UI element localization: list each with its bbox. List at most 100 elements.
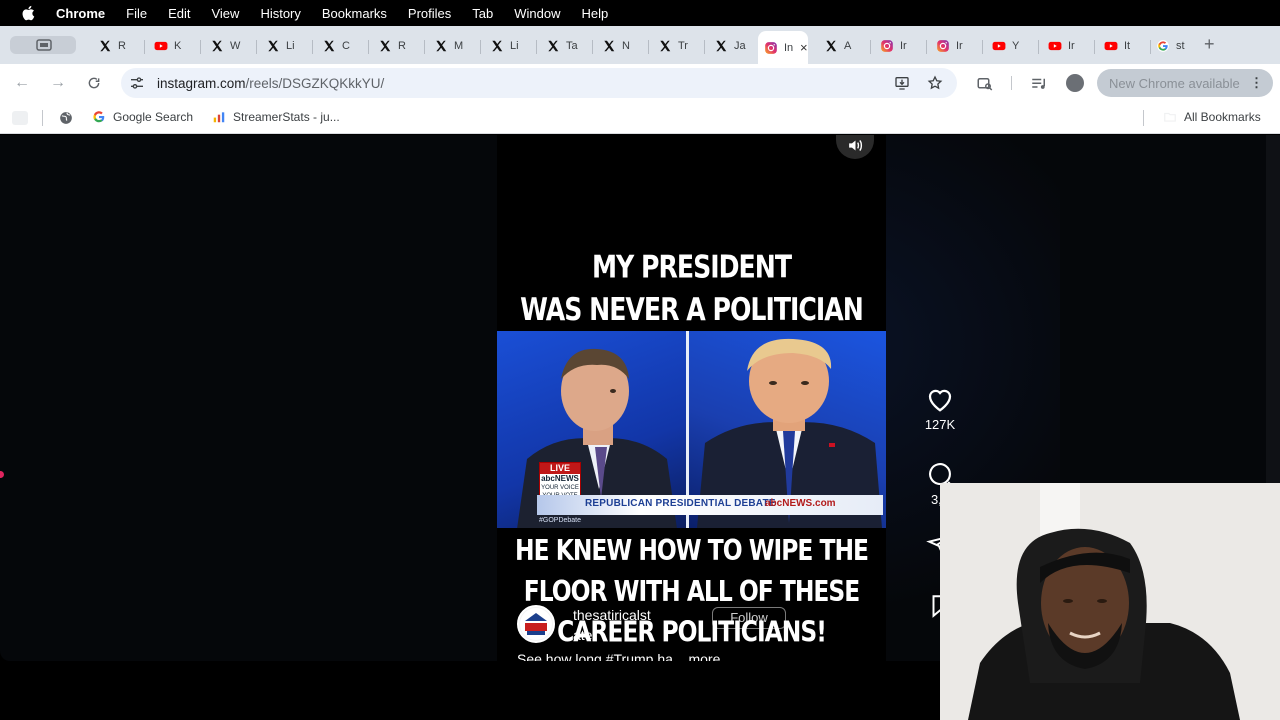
reel-video-player[interactable]: MY PRESIDENT WAS NEVER A POLITICIAN BUT.… [497, 135, 886, 661]
tab-separator [312, 40, 313, 54]
tab-title: Ja [734, 40, 746, 52]
toolbar-divider [1011, 76, 1012, 90]
debate-video-frame: LIVE abcNEWS YOUR VOICE YOUR VOTE REPUBL… [497, 331, 886, 528]
like-action[interactable]: 127K [910, 385, 970, 432]
x-logo-icon [714, 39, 728, 53]
tab[interactable]: W [204, 34, 256, 58]
menu-tab[interactable]: Tab [472, 6, 493, 21]
menu-app-name[interactable]: Chrome [56, 6, 105, 21]
tab-separator [870, 40, 871, 54]
apple-icon[interactable] [20, 4, 38, 22]
youtube-icon [154, 39, 168, 53]
tab-title: Ta [566, 40, 578, 52]
author-avatar[interactable] [517, 605, 555, 643]
tab[interactable]: Ir [930, 34, 982, 58]
lens-search-icon[interactable] [976, 75, 994, 93]
bookmark-label: Google Search [113, 110, 194, 124]
browser-toolbar: ← → instagram.com/reels/DSGZKQKkkYU/ New… [0, 64, 1280, 102]
address-bar[interactable]: instagram.com/reels/DSGZKQKkkYU/ [121, 68, 957, 98]
menu-history[interactable]: History [260, 6, 300, 21]
tab[interactable]: Li [260, 34, 312, 58]
macos-menubar: Chrome File Edit View History Bookmarks … [0, 0, 1280, 26]
bookmarks-divider [1143, 110, 1144, 126]
profile-avatar[interactable] [1066, 74, 1084, 92]
install-app-icon[interactable] [894, 75, 910, 91]
tab[interactable]: st [1150, 34, 1202, 58]
tab[interactable]: A [818, 34, 870, 58]
apps-icon[interactable] [12, 111, 28, 125]
tab-title: R [118, 40, 126, 52]
notification-dot [0, 471, 4, 478]
heart-icon[interactable] [925, 385, 955, 413]
tab-active[interactable]: In × [758, 31, 808, 64]
tab-group-button[interactable] [10, 36, 76, 54]
all-bookmarks-button[interactable]: All Bookmarks [1163, 110, 1261, 124]
bookmark-google-search[interactable]: Google Search [92, 110, 193, 124]
menu-profiles[interactable]: Profiles [408, 6, 451, 21]
tab[interactable]: Y [986, 34, 1038, 58]
bookmarks-divider [42, 110, 43, 126]
youtube-icon [1104, 39, 1118, 53]
lower-third-banner: REPUBLICAN PRESIDENTIAL DEBATE abcNEWS.c… [537, 495, 883, 515]
tab[interactable]: K [148, 34, 200, 58]
menu-file[interactable]: File [126, 6, 147, 21]
tab-separator [368, 40, 369, 54]
news-live-badge: LIVE abcNEWS YOUR VOICE YOUR VOTE [539, 462, 581, 499]
tab-title: Li [286, 40, 295, 52]
bookmark-star-icon[interactable] [927, 75, 943, 91]
tab[interactable]: Ta [540, 34, 592, 58]
new-tab-button[interactable]: + [1204, 34, 1215, 55]
like-count: 127K [924, 417, 956, 432]
tab[interactable]: N [596, 34, 648, 58]
reel-caption[interactable]: See how long #Trump ha... more [517, 651, 720, 661]
tab[interactable]: Li [484, 34, 536, 58]
tab-title: Tr [678, 40, 688, 52]
screen: Chrome File Edit View History Bookmarks … [0, 0, 1280, 720]
site-settings-icon[interactable] [129, 75, 145, 91]
tab[interactable]: R [372, 34, 424, 58]
tab[interactable]: M [428, 34, 480, 58]
tab[interactable]: Tr [652, 34, 704, 58]
bookmarks-bar: Google Search StreamerStats - ju... All … [0, 102, 1280, 134]
menu-window[interactable]: Window [514, 6, 560, 21]
tab[interactable]: Ir [1042, 34, 1094, 58]
tab[interactable]: R [92, 34, 144, 58]
more-menu-icon[interactable]: ⋮ [1250, 75, 1263, 91]
x-logo-icon [378, 39, 392, 53]
close-tab-icon[interactable]: × [800, 40, 808, 55]
tab[interactable]: Ir [874, 34, 926, 58]
menu-view[interactable]: View [211, 6, 239, 21]
mute-toggle-button[interactable] [836, 135, 874, 159]
google-icon [93, 111, 105, 123]
menu-edit[interactable]: Edit [168, 6, 190, 21]
new-chrome-available-button[interactable]: New Chrome available ⋮ [1097, 69, 1273, 97]
back-button[interactable]: ← [14, 74, 30, 92]
reload-icon[interactable] [87, 76, 101, 90]
author-username[interactable]: thesatiricalst ate [573, 605, 693, 645]
tab[interactable]: C [316, 34, 368, 58]
bookmark-label: StreamerStats - ju... [233, 110, 340, 124]
instagram-icon [764, 41, 778, 55]
tab-title: Ir [900, 40, 907, 52]
tab-separator [982, 40, 983, 54]
menu-help[interactable]: Help [582, 6, 609, 21]
follow-button[interactable]: Follow [712, 607, 786, 629]
google-icon [1156, 39, 1170, 53]
tab-title: Ir [1068, 40, 1075, 52]
tab-title: st [1176, 40, 1185, 52]
forward-button[interactable]: → [50, 74, 66, 92]
reel-author[interactable]: thesatiricalst ate [517, 605, 693, 645]
all-bookmarks-label: All Bookmarks [1184, 110, 1261, 124]
bookmark-streamerstats[interactable]: StreamerStats - ju... [212, 110, 340, 124]
x-logo-icon [602, 39, 616, 53]
headline-line: MY PRESIDENT [591, 248, 792, 286]
tab-separator [704, 40, 705, 54]
tab[interactable]: It [1098, 34, 1150, 58]
tab[interactable]: Ja [708, 34, 760, 58]
url-domain: instagram.com [157, 75, 246, 91]
url-text[interactable]: instagram.com/reels/DSGZKQKkkYU/ [157, 76, 384, 91]
media-controls-icon[interactable] [1030, 75, 1048, 93]
tab-separator [926, 40, 927, 54]
menu-bookmarks[interactable]: Bookmarks [322, 6, 387, 21]
globe-icon[interactable] [59, 111, 73, 125]
